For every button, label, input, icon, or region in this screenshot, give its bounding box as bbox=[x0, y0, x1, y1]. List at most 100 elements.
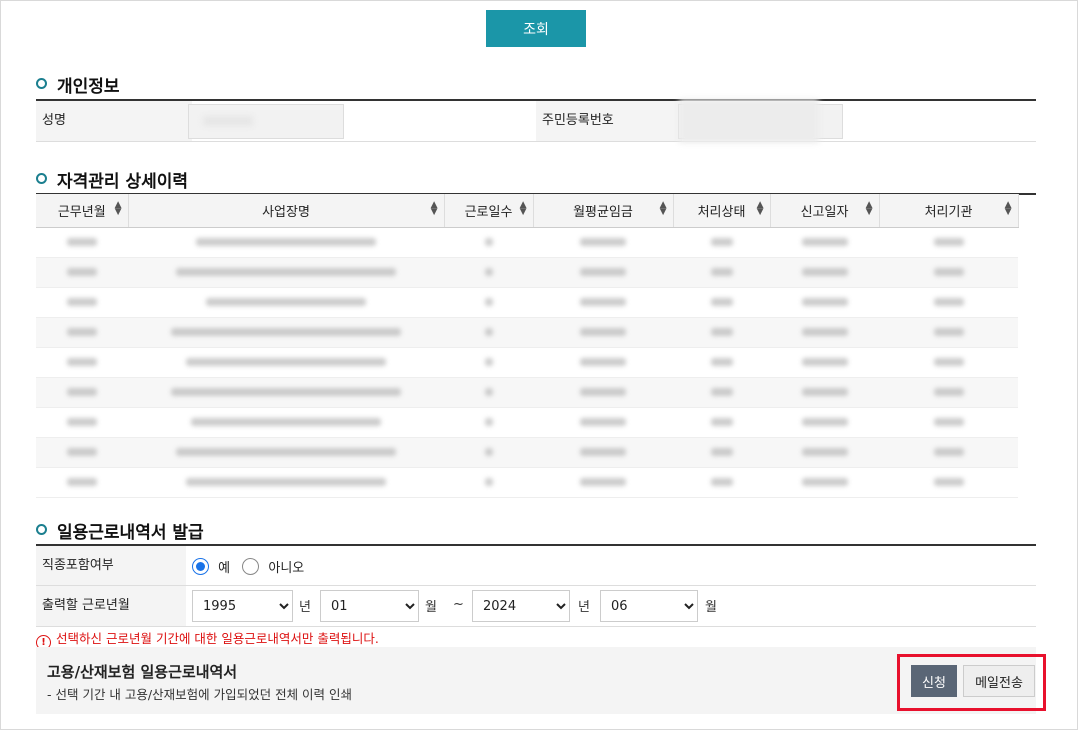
search-button[interactable]: 조회 bbox=[486, 10, 586, 47]
redacted-text bbox=[186, 478, 386, 486]
redacted-text bbox=[710, 298, 733, 306]
end-year-select[interactable]: 2024 bbox=[472, 590, 570, 622]
sort-icon[interactable]: ▲ ▼ bbox=[520, 201, 527, 217]
issue-title: 일용근로내역서 발급 bbox=[36, 518, 204, 543]
table-cell bbox=[128, 467, 444, 498]
table-cell bbox=[444, 377, 533, 408]
table-cell bbox=[36, 257, 128, 288]
history-table: 근무년월 ▲ ▼ 사업장명 ▲ ▼ 근로일수 ▲ ▼ 월평균임금 ▲ ▼ 처리상태 ▲ ▼ 신고일자… bbox=[36, 194, 1019, 498]
table-cell bbox=[128, 257, 444, 288]
col-report-date[interactable]: 신고일자 ▲ ▼ bbox=[770, 194, 880, 228]
radio-no-label[interactable]: 아니오 bbox=[268, 561, 304, 576]
end-month-select[interactable]: 06 bbox=[600, 590, 698, 622]
col-workplace[interactable]: 사업장명 ▲ ▼ bbox=[128, 194, 445, 228]
redacted-text bbox=[171, 388, 401, 396]
document-desc: - 선택 기간 내 고용/산재보험에 가입되었던 전체 이력 인쇄 bbox=[47, 687, 353, 702]
table-cell bbox=[770, 317, 879, 348]
redacted-text bbox=[580, 328, 626, 336]
table-cell bbox=[673, 407, 770, 438]
period-label: 출력할 근로년월 bbox=[36, 586, 186, 626]
redacted-text bbox=[484, 358, 493, 366]
redacted-text bbox=[710, 358, 733, 366]
radio-yes-label[interactable]: 예 bbox=[218, 561, 230, 576]
redacted-text bbox=[484, 478, 493, 486]
redacted-text bbox=[801, 448, 848, 456]
table-cell bbox=[879, 377, 1018, 408]
col-work-days[interactable]: 근로일수 ▲ ▼ bbox=[444, 194, 534, 228]
table-cell bbox=[36, 287, 128, 318]
redacted-text bbox=[801, 298, 848, 306]
start-year-unit: 년 bbox=[299, 600, 311, 615]
redacted-text bbox=[67, 478, 97, 486]
radio-no[interactable] bbox=[242, 558, 260, 575]
redacted-text bbox=[710, 388, 733, 396]
col-avg-wage[interactable]: 월평균임금 ▲ ▼ bbox=[533, 194, 674, 228]
table-cell bbox=[879, 437, 1018, 468]
start-year-select[interactable]: 1995 bbox=[192, 590, 293, 622]
table-cell bbox=[533, 407, 673, 438]
table-row bbox=[36, 227, 1018, 258]
redacted-text bbox=[484, 268, 493, 276]
col-agency[interactable]: 처리기관 ▲ ▼ bbox=[879, 194, 1019, 228]
table-cell bbox=[36, 467, 128, 498]
redacted-text bbox=[933, 478, 964, 486]
table-cell bbox=[533, 377, 673, 408]
redacted-text bbox=[801, 478, 848, 486]
col-work-month[interactable]: 근무년월 ▲ ▼ bbox=[36, 194, 129, 228]
redacted-text bbox=[67, 238, 97, 246]
table-cell bbox=[533, 287, 673, 318]
table-cell bbox=[128, 347, 444, 378]
table-cell bbox=[673, 317, 770, 348]
personal-info-row: 성명 주민등록번호 bbox=[36, 99, 1036, 143]
sort-icon[interactable]: ▲ ▼ bbox=[757, 201, 764, 217]
end-month-unit: 월 bbox=[705, 600, 717, 615]
table-cell bbox=[770, 407, 879, 438]
redacted-text bbox=[580, 298, 626, 306]
table-row bbox=[36, 347, 1018, 378]
redacted-text bbox=[206, 298, 366, 306]
table-cell bbox=[444, 317, 533, 348]
table-cell bbox=[770, 347, 879, 378]
document-title: 고용/산재보험 일용근로내역서 bbox=[47, 663, 238, 681]
sort-icon[interactable]: ▲ ▼ bbox=[660, 201, 667, 217]
radio-yes[interactable] bbox=[192, 558, 209, 575]
history-header-row: 근무년월 ▲ ▼ 사업장명 ▲ ▼ 근로일수 ▲ ▼ 월평균임금 ▲ ▼ 처리상태 ▲ ▼ 신고일자… bbox=[36, 194, 1019, 228]
redacted-text bbox=[710, 268, 733, 276]
sort-icon[interactable]: ▲ ▼ bbox=[431, 201, 438, 217]
redacted-text bbox=[801, 238, 848, 246]
table-cell bbox=[879, 257, 1018, 288]
table-cell bbox=[36, 317, 128, 348]
table-cell bbox=[770, 467, 879, 498]
bullet-icon bbox=[36, 173, 47, 184]
redacted-text bbox=[484, 388, 493, 396]
table-cell bbox=[770, 227, 879, 258]
redacted-text bbox=[176, 268, 396, 276]
table-cell bbox=[673, 257, 770, 288]
sort-icon[interactable]: ▲ ▼ bbox=[866, 201, 873, 217]
sort-icon[interactable]: ▲ ▼ bbox=[1005, 201, 1012, 217]
table-row bbox=[36, 287, 1018, 318]
rrn-label: 주민등록번호 bbox=[536, 101, 682, 141]
redacted-text bbox=[67, 418, 97, 426]
issue-title-text: 일용근로내역서 발급 bbox=[57, 523, 204, 543]
redacted-text bbox=[933, 298, 964, 306]
redacted-text bbox=[171, 328, 401, 336]
table-cell bbox=[673, 377, 770, 408]
table-cell bbox=[770, 287, 879, 318]
table-cell bbox=[36, 377, 128, 408]
job-include-options: 예 아니오 bbox=[192, 557, 304, 576]
period-tilde: ~ bbox=[453, 597, 464, 612]
table-cell bbox=[444, 287, 533, 318]
col-status[interactable]: 처리상태 ▲ ▼ bbox=[673, 194, 771, 228]
redacted-text bbox=[933, 448, 964, 456]
table-row bbox=[36, 467, 1018, 498]
personal-info-title-text: 개인정보 bbox=[57, 77, 120, 97]
table-cell bbox=[770, 377, 879, 408]
table-row bbox=[36, 317, 1018, 348]
personal-info-title: 개인정보 bbox=[36, 72, 120, 97]
redacted-text bbox=[484, 448, 493, 456]
redacted-text bbox=[801, 388, 848, 396]
sort-icon[interactable]: ▲ ▼ bbox=[115, 201, 122, 217]
start-month-select[interactable]: 01 bbox=[320, 590, 419, 622]
redacted-text bbox=[933, 328, 964, 336]
